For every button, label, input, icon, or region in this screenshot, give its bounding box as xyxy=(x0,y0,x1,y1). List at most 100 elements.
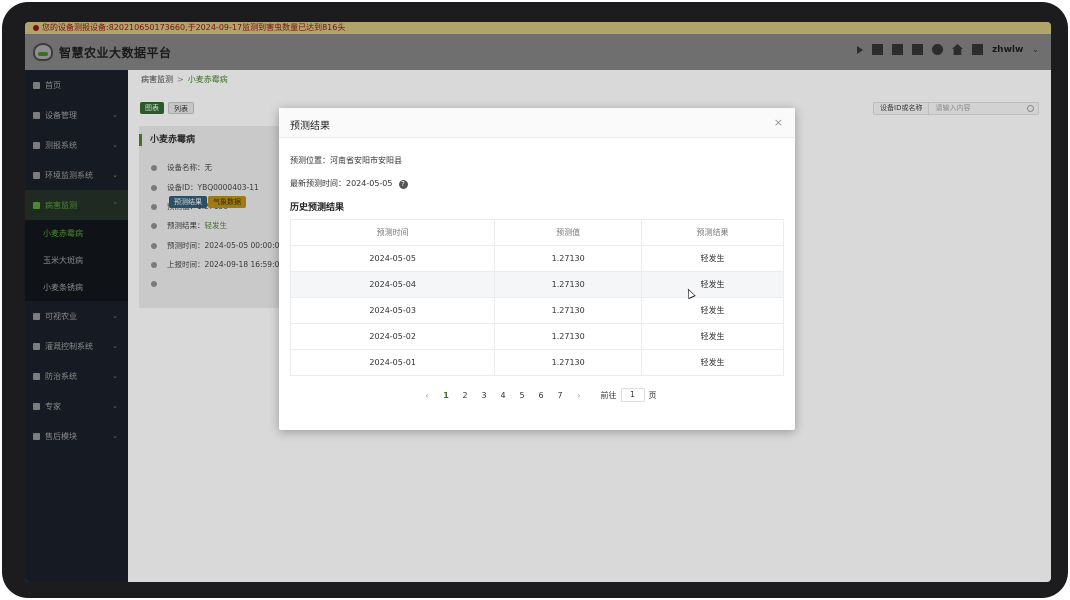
help-icon[interactable]: ? xyxy=(398,180,408,189)
table-cell: 2024-05-03 xyxy=(289,297,496,324)
column-header: 预测时间 xyxy=(289,219,496,246)
home-icon xyxy=(33,81,40,89)
chevron-up-icon: ⌃ xyxy=(112,201,118,209)
pred-time-row: 预测时间：2024-05-05 00:00:00 xyxy=(151,240,284,251)
tools-icon xyxy=(33,432,40,440)
sidebar-item-irrigation[interactable]: 灌溉控制系统 ⌄ xyxy=(25,331,128,361)
pred-result-value: 轻发生 xyxy=(204,221,228,230)
sidebar-item-expert[interactable]: 专家 ⌄ xyxy=(25,391,128,421)
sidebar-subitem-corn-leaf-blight[interactable]: 玉米大斑病 xyxy=(25,247,128,274)
document-icon[interactable] xyxy=(871,44,883,55)
app-title: 智慧农业大数据平台 xyxy=(59,46,172,60)
prev-page-button[interactable]: ‹ xyxy=(418,391,437,400)
table-row[interactable]: 2024-05-01 1.27130 轻发生 xyxy=(289,349,784,376)
close-icon[interactable]: × xyxy=(774,116,783,129)
sidebar-item-after-sales[interactable]: 售后模块 ⌄ xyxy=(25,421,128,451)
breadcrumb: 病害监测 > 小麦赤霉病 xyxy=(141,74,228,85)
history-title: 历史预测结果 xyxy=(290,203,345,213)
action-row xyxy=(151,279,167,288)
goto-suffix: 页 xyxy=(648,390,657,400)
search-icon[interactable] xyxy=(1027,105,1034,112)
notice-bar: 您的设备测报设备:820210650173660,于2024-09-17监测到害… xyxy=(25,22,1051,34)
table-row[interactable]: 2024-05-03 1.27130 轻发生 xyxy=(289,297,784,324)
latest-prediction-time: 最新预测时间：2024-05-05 xyxy=(290,179,393,188)
page-2[interactable]: 2 xyxy=(456,391,475,400)
column-header: 预测值 xyxy=(494,219,643,246)
chart-view-button[interactable]: 图表 xyxy=(140,102,164,114)
breadcrumb-parent[interactable]: 病害监测 xyxy=(141,75,173,84)
page-4[interactable]: 4 xyxy=(494,391,513,400)
chevron-down-icon[interactable]: ⌄ xyxy=(1032,45,1039,54)
search-field-selector[interactable]: 设备ID或名称 xyxy=(874,103,930,114)
report-time-row: 上报时间：2024-09-18 16:59:00 xyxy=(151,259,284,270)
monitor-icon[interactable] xyxy=(891,44,903,55)
sidebar-item-report-system[interactable]: 测报系统 ⌄ xyxy=(25,130,128,160)
card-title: 小麦赤霉病 xyxy=(139,134,195,146)
page-1[interactable]: 1 xyxy=(437,391,456,400)
shield-icon xyxy=(33,372,40,380)
home-icon[interactable] xyxy=(951,44,963,55)
header-toolbar: zhwlw ⌄ xyxy=(856,44,1039,55)
sidebar-item-label: 灌溉控制系统 xyxy=(45,341,93,351)
sidebar-subitem-wheat-scab[interactable]: 小麦赤霉病 xyxy=(25,220,128,247)
list-view-button[interactable]: 列表 xyxy=(168,102,194,114)
gear-icon[interactable] xyxy=(931,44,943,55)
table-cell: 轻发生 xyxy=(641,245,784,272)
chevron-down-icon: ⌄ xyxy=(112,342,118,350)
user-icon xyxy=(151,185,157,191)
environment-icon xyxy=(33,171,40,179)
table-cell: 轻发生 xyxy=(641,323,784,350)
next-page-button[interactable]: › xyxy=(570,391,589,400)
page-3[interactable]: 3 xyxy=(475,391,494,400)
notice-text: 您的设备测报设备:820210650173660,于2024-09-17监测到害… xyxy=(42,23,346,32)
table-row[interactable]: 2024-05-02 1.27130 轻发生 xyxy=(289,323,784,350)
device-name-row: 设备名称：无 xyxy=(151,162,212,173)
goto-page-input[interactable]: 1 xyxy=(620,388,645,402)
table-cell: 2024-05-02 xyxy=(289,323,496,350)
device-search: 设备ID或名称 请输入内容 xyxy=(873,102,1039,115)
sidebar-item-label: 病害监测 xyxy=(45,200,77,210)
table-row[interactable]: 2024-05-05 1.27130 轻发生 xyxy=(289,245,784,272)
column-header: 预测结果 xyxy=(641,219,784,246)
play-icon[interactable] xyxy=(856,45,863,54)
table-cell: 2024-05-04 xyxy=(289,271,496,298)
chevron-down-icon: ⌄ xyxy=(112,402,118,410)
disease-icon xyxy=(33,201,40,209)
prediction-result-dialog: 预测结果 × 预测位置：河南省安阳市安阳县 最新预测时间：2024-05-05?… xyxy=(279,108,795,430)
sidebar-item-disease-monitoring[interactable]: 病害监测 ⌃ xyxy=(25,190,128,220)
page-7[interactable]: 7 xyxy=(551,391,570,400)
sidebar: 首页 设备管理 ⌄ 测报系统 ⌄ 环境监测系统 ⌄ 病害监测 ⌃ 小麦赤霉病 玉米大斑病… xyxy=(25,70,128,582)
pred-result-row: 预测结果：轻发生 xyxy=(151,220,227,231)
sidebar-item-home[interactable]: 首页 xyxy=(25,70,128,100)
goto-page: 前往 1 页 xyxy=(601,388,657,402)
prediction-result-button[interactable]: 预测结果 xyxy=(169,196,207,208)
comment-icon xyxy=(151,223,157,229)
table-cell: 2024-05-05 xyxy=(289,245,496,272)
chevron-down-icon: ⌄ xyxy=(112,111,118,119)
layers-icon[interactable] xyxy=(971,44,983,55)
irrigation-icon xyxy=(33,342,40,350)
table-row[interactable]: 2024-05-04 1.27130 轻发生 xyxy=(289,271,784,298)
search-input[interactable]: 请输入内容 xyxy=(929,103,1023,114)
sidebar-item-environment[interactable]: 环境监测系统 ⌄ xyxy=(25,160,128,190)
dialog-title: 预测结果 xyxy=(290,121,330,132)
sidebar-item-label: 测报系统 xyxy=(45,140,77,150)
qrcode-icon[interactable] xyxy=(911,44,923,55)
weather-data-button[interactable]: 气象数据 xyxy=(208,196,246,208)
sidebar-item-visual-agriculture[interactable]: 可视农业 ⌄ xyxy=(25,301,128,331)
breadcrumb-separator: > xyxy=(177,75,184,84)
chevron-down-icon: ⌄ xyxy=(112,141,118,149)
page-6[interactable]: 6 xyxy=(532,391,551,400)
page-5[interactable]: 5 xyxy=(513,391,532,400)
sidebar-subitem-wheat-stripe-rust[interactable]: 小麦条锈病 xyxy=(25,274,128,301)
report-icon xyxy=(33,141,40,149)
table-cell: 1.27130 xyxy=(494,245,643,272)
user-menu[interactable]: zhwlw xyxy=(992,45,1023,55)
sidebar-item-prevention[interactable]: 防治系统 ⌄ xyxy=(25,361,128,391)
goto-prefix: 前往 xyxy=(600,390,617,400)
chevron-down-icon: ⌄ xyxy=(112,312,118,320)
table-cell: 1.27130 xyxy=(494,271,643,298)
device-name: 设备名称：无 xyxy=(167,163,212,172)
sidebar-item-device-management[interactable]: 设备管理 ⌄ xyxy=(25,100,128,130)
sidebar-item-label: 防治系统 xyxy=(45,371,77,381)
